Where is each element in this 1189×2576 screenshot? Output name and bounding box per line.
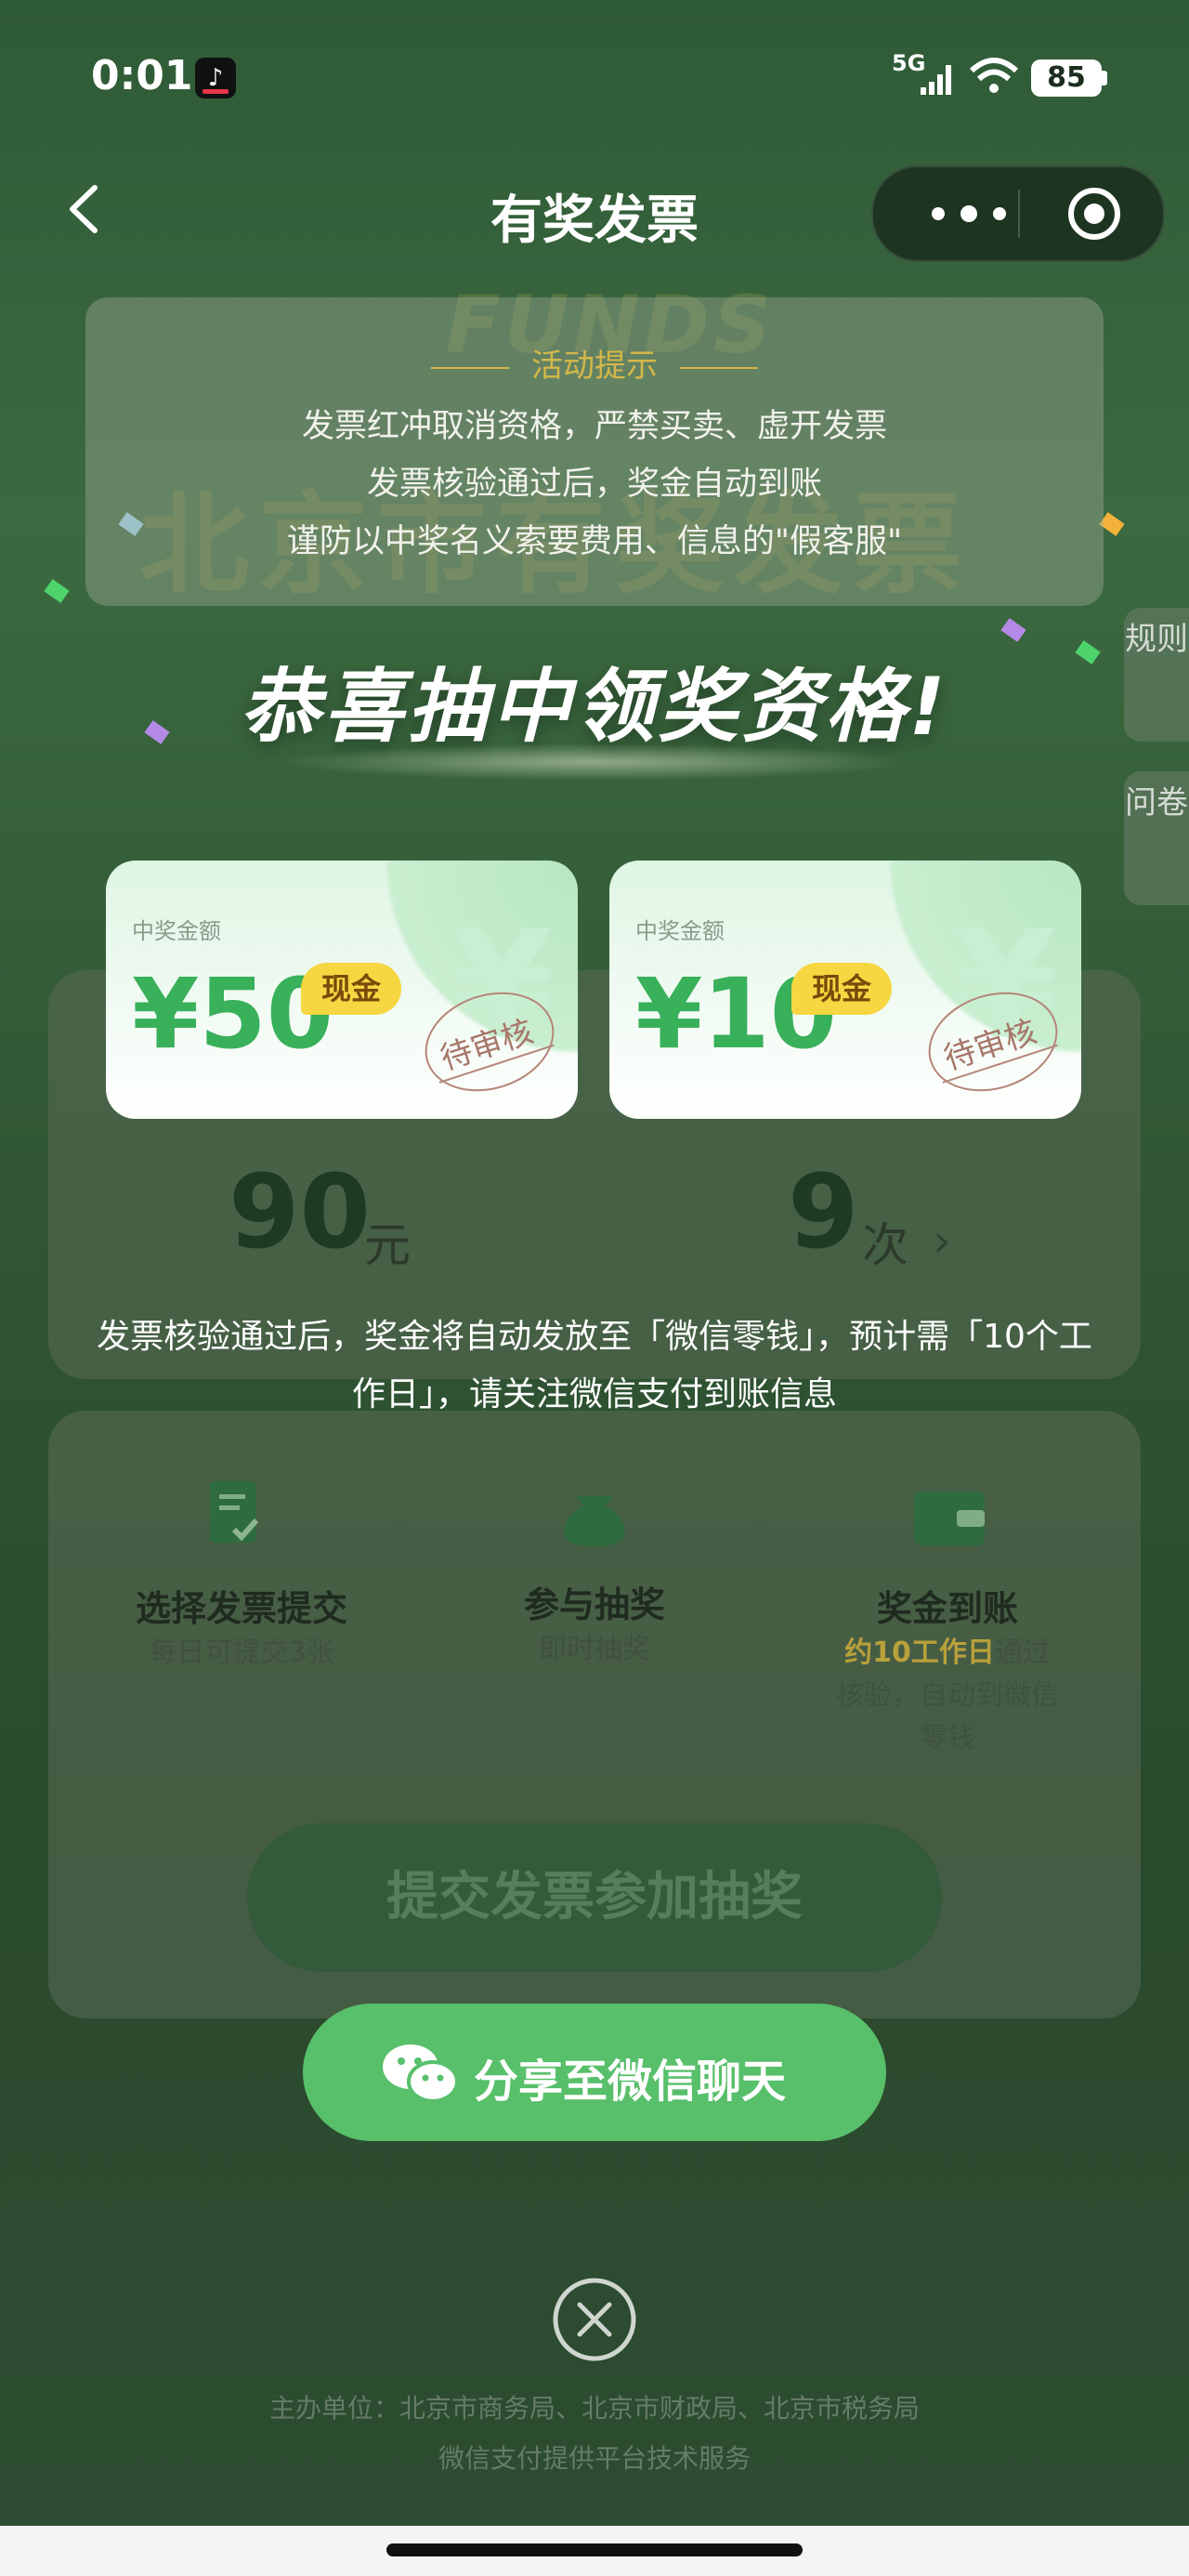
cash-badge: 现金 (791, 963, 892, 1015)
step-subtitle: 即时抽奖 (539, 1633, 650, 1665)
step-subtitle-highlight: 约10工作日 (844, 1636, 995, 1669)
prize-card: ¥ 中奖金额 ¥50 现金 待审核 (106, 861, 578, 1119)
step-arrow: ›› (390, 1505, 412, 1548)
home-indicator[interactable] (386, 2543, 803, 2556)
page-title: 有奖发票 (490, 191, 699, 251)
survey-tab[interactable]: 问卷 (1124, 771, 1189, 905)
total-amount-value: 90 (229, 1152, 372, 1271)
capsule-divider (1018, 190, 1020, 238)
notice-heading-text: 活动提示 (531, 348, 658, 385)
notice-heading: 活动提示 (85, 340, 1104, 386)
battery-icon: 85 (1031, 59, 1102, 97)
close-miniprogram-icon[interactable] (1066, 186, 1122, 242)
share-button-label: 分享至微信聊天 (474, 2056, 787, 2108)
total-amount-unit: 元 (364, 1218, 411, 1272)
notice-line: 发票核验通过后，奖金自动到账 (366, 466, 822, 503)
tiktok-icon: ♪ (195, 58, 236, 99)
cash-badge: 现金 (301, 963, 401, 1015)
wallet-icon (914, 1492, 985, 1545)
step-arrow: ›› (751, 1505, 773, 1548)
step-title: 参与抽奖 (523, 1584, 665, 1625)
step-title: 奖金到账 (876, 1588, 1018, 1629)
payout-notice: 发票核验通过后，奖金将自动发放至「微信零钱」，预计需「10个工作日」，请关注微信… (97, 1318, 1092, 1413)
activity-notice: 活动提示 发票红冲取消资格，严禁买卖、虚开发票 发票核验通过后，奖金自动到账 谨… (85, 297, 1104, 606)
signal-icon (921, 65, 951, 95)
pending-review-stamp: 待审核 (911, 972, 1076, 1112)
money-bag-icon (564, 1496, 625, 1546)
confetti (1000, 618, 1026, 642)
organizers-text: 主办单位：北京市商务局、北京市财政局、北京市税务局 (268, 2393, 920, 2424)
status-time: 0:01 (91, 52, 193, 99)
congrats-headline: 恭喜抽中领奖资格! (240, 661, 949, 754)
submit-invoice-button[interactable]: 提交发票参加抽奖 (247, 1823, 942, 1972)
share-to-wechat-button[interactable]: 分享至微信聊天 (303, 2004, 886, 2141)
step-subtitle: 每日可提交3张 (149, 1636, 334, 1669)
wechat-icon (383, 2044, 459, 2103)
more-options-icon[interactable] (927, 203, 1011, 225)
confetti (44, 579, 70, 603)
draw-count-value: 9 (788, 1152, 859, 1271)
step-title: 选择发票提交 (135, 1588, 347, 1629)
notice-line: 发票红冲取消资格，严禁买卖、虚开发票 (301, 408, 887, 445)
chevron-right-icon[interactable]: › (933, 1214, 951, 1268)
invoice-icon (210, 1481, 259, 1543)
pending-review-stamp: 待审核 (408, 972, 572, 1112)
step-subtitle: 约10工作日通过核验，自动到微信零钱 (836, 1632, 1059, 1760)
tech-provider-text: 微信支付提供平台技术服务 (438, 2443, 751, 2474)
svg-text:♪: ♪ (208, 64, 224, 92)
rules-tab[interactable]: 规则 (1124, 608, 1189, 742)
notice-line: 谨防以中奖名义索要费用、信息的"假客服" (286, 523, 903, 560)
prize-card: ¥ 中奖金额 ¥10 现金 待审核 (609, 861, 1081, 1119)
wifi-icon (969, 58, 1019, 93)
prize-label: 中奖金额 (635, 918, 725, 944)
close-popup-icon[interactable] (550, 2275, 639, 2364)
draw-count-unit: 次 (862, 1218, 908, 1272)
battery-tip (1102, 71, 1107, 85)
miniprogram-capsule (871, 165, 1165, 262)
back-arrow-icon[interactable] (56, 177, 121, 242)
prize-label: 中奖金额 (132, 918, 221, 944)
